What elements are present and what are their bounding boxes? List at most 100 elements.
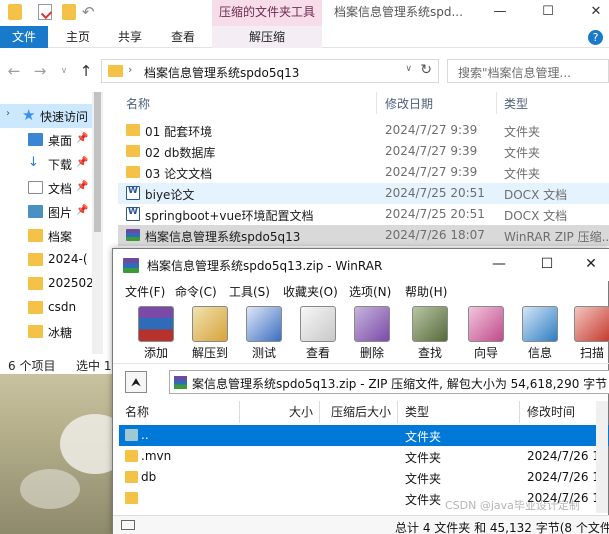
column-date[interactable]: 修改日期 bbox=[385, 95, 433, 112]
column-divider[interactable] bbox=[519, 401, 520, 423]
archive-path: 案信息管理系统spdo5q13.zip - ZIP 压缩文件, 解包大小为 54… bbox=[192, 377, 608, 391]
nav-item-desktop[interactable]: 桌面 📌 bbox=[0, 128, 102, 152]
folder-icon bbox=[126, 145, 140, 157]
expand-arrow-icon[interactable]: › bbox=[6, 108, 10, 119]
folder-icon bbox=[8, 4, 22, 20]
archive-row[interactable]: .mvn 文件夹 2024/7/26 18 bbox=[119, 446, 609, 467]
file-list-header: 名称 修改日期 类型 bbox=[118, 92, 609, 114]
minimize-button[interactable]: — bbox=[477, 249, 521, 279]
folder-icon bbox=[28, 253, 43, 266]
nav-item-documents[interactable]: 文档 📌 bbox=[0, 176, 102, 200]
up-folder-icon[interactable]: ⮝ bbox=[125, 371, 147, 393]
nav-item-folder[interactable]: 2024-( bbox=[0, 248, 102, 272]
wizard-label: 向导 bbox=[473, 346, 498, 360]
archive-path-field[interactable]: 案信息管理系统spdo5q13.zip - ZIP 压缩文件, 解包大小为 54… bbox=[169, 370, 609, 394]
file-row[interactable]: springboot+vue环境配置文档 2024/7/25 20:51 DOC… bbox=[118, 204, 609, 225]
column-name[interactable]: 名称 bbox=[126, 95, 150, 112]
nav-item-pictures[interactable]: 图片 📌 bbox=[0, 200, 102, 224]
breadcrumb-chevron-icon[interactable]: › bbox=[128, 63, 132, 76]
nav-item-folder[interactable]: 202502 bbox=[0, 272, 102, 296]
address-bar[interactable]: › 档案信息管理系统spdo5q13 ∨ ↻ bbox=[101, 59, 439, 83]
scrollbar-thumb[interactable] bbox=[94, 92, 101, 232]
up-arrow-icon[interactable]: ↑ bbox=[76, 60, 96, 82]
archive-scrollbar[interactable] bbox=[596, 401, 608, 513]
info-icon bbox=[522, 306, 558, 342]
search-input[interactable]: 搜索"档案信息管理... bbox=[447, 59, 609, 83]
nav-item-folder[interactable]: 冰糖 bbox=[0, 320, 102, 344]
column-divider[interactable] bbox=[239, 401, 240, 423]
column-divider[interactable] bbox=[397, 401, 398, 423]
chevron-down-icon[interactable]: ∨ bbox=[405, 64, 412, 74]
maximize-button[interactable]: ☐ bbox=[525, 249, 569, 279]
menu-options[interactable]: 选项(N) bbox=[349, 283, 391, 300]
file-row[interactable]: 01 配套环境 2024/7/27 9:39 文件夹 bbox=[118, 120, 609, 141]
tab-extract[interactable]: 解压缩 bbox=[212, 26, 322, 48]
nav-label: 图片 bbox=[48, 206, 73, 220]
recent-dropdown-icon[interactable]: ∨ bbox=[54, 60, 74, 82]
nav-item-downloads[interactable]: ↓ 下载 📌 bbox=[0, 152, 102, 176]
column-modified[interactable]: 修改时间 bbox=[527, 401, 575, 423]
forward-arrow-icon[interactable]: → bbox=[30, 60, 50, 82]
column-divider[interactable] bbox=[496, 92, 497, 114]
file-name: 03 论文文档 bbox=[145, 167, 213, 181]
file-row[interactable]: 档案信息管理系统spdo5q13 2024/7/26 18:07 WinRAR … bbox=[118, 225, 609, 246]
drive-icon bbox=[121, 520, 135, 530]
nav-label: 2024-( bbox=[48, 252, 88, 266]
tab-share[interactable]: 共享 bbox=[110, 26, 150, 48]
entry-type: 文件夹 bbox=[405, 472, 442, 486]
download-icon: ↓ bbox=[28, 156, 43, 170]
column-packed-size[interactable]: 压缩后大小 bbox=[331, 401, 391, 423]
menu-file[interactable]: 文件(F) bbox=[125, 283, 165, 300]
scan-button[interactable]: 扫描 bbox=[565, 304, 609, 362]
menu-tools[interactable]: 工具(S) bbox=[229, 283, 270, 300]
folder-icon bbox=[28, 325, 43, 338]
nav-item-quick-access[interactable]: › ★ 快速访问 bbox=[0, 104, 102, 128]
nav-item-folder[interactable]: csdn bbox=[0, 296, 102, 320]
view-button[interactable]: 查看 bbox=[291, 304, 345, 362]
archive-row[interactable]: db 文件夹 2024/7/26 18 bbox=[119, 467, 609, 488]
close-button[interactable]: ✕ bbox=[569, 249, 609, 279]
extract-to-button[interactable]: 解压到 bbox=[183, 304, 237, 362]
properties-icon[interactable] bbox=[38, 4, 52, 20]
nav-label: 档案 bbox=[48, 230, 73, 244]
address-bar-row: ← → ∨ ↑ › 档案信息管理系统spdo5q13 ∨ ↻ 搜索"档案信息管理… bbox=[0, 56, 609, 86]
add-button[interactable]: 添加 bbox=[129, 304, 183, 362]
menu-commands[interactable]: 命令(C) bbox=[175, 283, 217, 300]
column-name[interactable]: 名称 bbox=[125, 401, 149, 423]
maximize-button[interactable]: ☐ bbox=[528, 0, 568, 26]
nav-scrollbar[interactable] bbox=[92, 92, 103, 354]
menu-help[interactable]: 帮助(H) bbox=[405, 283, 447, 300]
column-size[interactable]: 大小 bbox=[289, 401, 313, 423]
delete-button[interactable]: 删除 bbox=[345, 304, 399, 362]
wallpaper-cloud bbox=[20, 469, 80, 509]
file-row[interactable]: 03 论文文档 2024/7/27 9:39 文件夹 bbox=[118, 162, 609, 183]
tab-view[interactable]: 查看 bbox=[163, 26, 203, 48]
file-row[interactable]: 02 db数据库 2024/7/27 9:39 文件夹 bbox=[118, 141, 609, 162]
winrar-title-bar: 档案信息管理系统spdo5q13.zip - WinRAR — ☐ ✕ bbox=[113, 249, 609, 281]
find-button[interactable]: 查找 bbox=[403, 304, 457, 362]
minimize-button[interactable]: — bbox=[480, 0, 520, 26]
column-divider[interactable] bbox=[319, 401, 320, 423]
back-arrow-icon[interactable]: ← bbox=[4, 60, 24, 82]
undo-icon[interactable]: ↶ bbox=[82, 4, 100, 20]
refresh-icon[interactable]: ↻ bbox=[420, 62, 432, 78]
menu-favorites[interactable]: 收藏夹(O) bbox=[283, 283, 338, 300]
winrar-path-bar: ⮝ 案信息管理系统spdo5q13.zip - ZIP 压缩文件, 解包大小为 … bbox=[113, 365, 609, 399]
info-button[interactable]: 信息 bbox=[513, 304, 567, 362]
nav-label: 文档 bbox=[48, 182, 73, 196]
nav-item-folder[interactable]: 档案 bbox=[0, 224, 102, 248]
column-type[interactable]: 类型 bbox=[504, 95, 528, 112]
test-button[interactable]: 测试 bbox=[237, 304, 291, 362]
help-icon[interactable]: ? bbox=[588, 30, 603, 45]
column-type[interactable]: 类型 bbox=[405, 401, 429, 423]
tab-file[interactable]: 文件 bbox=[0, 26, 48, 48]
tab-home[interactable]: 主页 bbox=[58, 26, 98, 48]
wizard-button[interactable]: 向导 bbox=[459, 304, 513, 362]
entry-name: .mvn bbox=[141, 449, 172, 463]
archive-row[interactable]: .. 文件夹 bbox=[119, 425, 609, 446]
explorer-title-bar: ↶ 压缩的文件夹工具 档案信息管理系统spd... — ☐ ✕ bbox=[0, 0, 609, 26]
close-button[interactable]: ✕ bbox=[576, 0, 609, 26]
new-folder-icon[interactable] bbox=[62, 4, 76, 20]
file-row[interactable]: biye论文 2024/7/25 20:51 DOCX 文档 bbox=[118, 183, 609, 204]
column-divider[interactable] bbox=[376, 92, 377, 114]
